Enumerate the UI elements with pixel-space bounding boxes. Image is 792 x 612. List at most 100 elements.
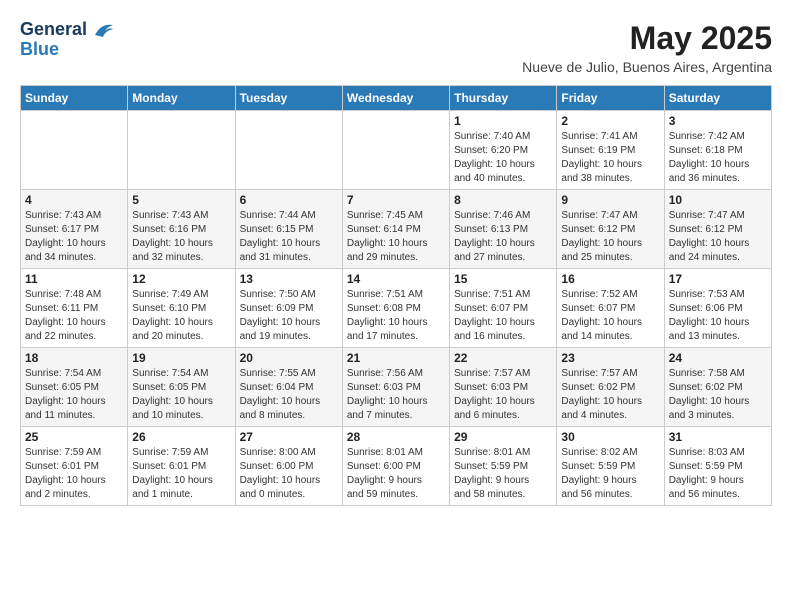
calendar-week-row: 1Sunrise: 7:40 AM Sunset: 6:20 PM Daylig… <box>21 111 772 190</box>
day-info: Sunrise: 7:51 AM Sunset: 6:08 PM Dayligh… <box>347 288 445 344</box>
calendar-cell: 9 Sunrise: 7:47 AM Sunset: 6:12 PM Daylig… <box>557 190 664 269</box>
calendar-cell: 27 Sunrise: 8:00 AM Sunset: 6:00 PM Dayli… <box>235 427 342 506</box>
calendar-cell: 6Sunrise: 7:44 AM Sunset: 6:15 PM Daylig… <box>235 190 342 269</box>
day-number: 4 <box>25 193 123 207</box>
weekday-header: Sunday <box>21 86 128 111</box>
calendar-cell: 26 Sunrise: 7:59 AM Sunset: 6:01 PM Dayli… <box>128 427 235 506</box>
day-number: 3 <box>669 114 767 128</box>
calendar-cell: 11 Sunrise: 7:48 AM Sunset: 6:11 PM Dayli… <box>21 269 128 348</box>
day-number: 27 <box>240 430 338 444</box>
weekday-header: Monday <box>128 86 235 111</box>
day-info: Sunrise: 7:52 AM Sunset: 6:07 PM Dayligh… <box>561 288 659 344</box>
day-info: Sunrise: 7:50 AM Sunset: 6:09 PM Dayligh… <box>240 288 338 344</box>
day-info: Sunrise: 7:56 AM Sunset: 6:03 PM Dayligh… <box>347 367 445 423</box>
weekday-header: Thursday <box>450 86 557 111</box>
day-number: 5 <box>132 193 230 207</box>
day-number: 9 <box>561 193 659 207</box>
day-info: Sunrise: 7:47 AM Sunset: 6:12 PM Dayligh… <box>669 209 767 265</box>
day-info: Sunrise: 7:47 AM Sunset: 6:12 PM Dayligh… <box>561 209 659 265</box>
day-number: 19 <box>132 351 230 365</box>
day-info: Sunrise: 7:44 AM Sunset: 6:15 PM Dayligh… <box>240 209 338 265</box>
calendar-cell <box>128 111 235 190</box>
calendar-week-row: 25 Sunrise: 7:59 AM Sunset: 6:01 PM Dayli… <box>21 427 772 506</box>
day-info: Sunrise: 7:57 AM Sunset: 6:02 PM Dayligh… <box>561 367 659 423</box>
calendar-cell: 15Sunrise: 7:51 AM Sunset: 6:07 PM Dayli… <box>450 269 557 348</box>
day-number: 8 <box>454 193 552 207</box>
calendar-cell: 1Sunrise: 7:40 AM Sunset: 6:20 PM Daylig… <box>450 111 557 190</box>
logo: General Blue <box>20 20 115 60</box>
calendar-cell: 25 Sunrise: 7:59 AM Sunset: 6:01 PM Dayli… <box>21 427 128 506</box>
day-info: Sunrise: 7:43 AM Sunset: 6:17 PM Dayligh… <box>25 209 123 265</box>
calendar-week-row: 18 Sunrise: 7:54 AM Sunset: 6:05 PM Dayli… <box>21 348 772 427</box>
day-number: 13 <box>240 272 338 286</box>
calendar-cell: 22 Sunrise: 7:57 AM Sunset: 6:03 PM Dayli… <box>450 348 557 427</box>
calendar-cell: 19Sunrise: 7:54 AM Sunset: 6:05 PM Dayli… <box>128 348 235 427</box>
day-info: Sunrise: 7:59 AM Sunset: 6:01 PM Dayligh… <box>132 446 230 502</box>
calendar-cell: 4 Sunrise: 7:43 AM Sunset: 6:17 PM Daylig… <box>21 190 128 269</box>
calendar-cell: 23Sunrise: 7:57 AM Sunset: 6:02 PM Dayli… <box>557 348 664 427</box>
day-info: Sunrise: 7:45 AM Sunset: 6:14 PM Dayligh… <box>347 209 445 265</box>
day-number: 25 <box>25 430 123 444</box>
calendar-cell: 8 Sunrise: 7:46 AM Sunset: 6:13 PM Daylig… <box>450 190 557 269</box>
calendar-cell: 10Sunrise: 7:47 AM Sunset: 6:12 PM Dayli… <box>664 190 771 269</box>
calendar-cell: 5Sunrise: 7:43 AM Sunset: 6:16 PM Daylig… <box>128 190 235 269</box>
calendar-cell: 31 Sunrise: 8:03 AM Sunset: 5:59 PM Dayli… <box>664 427 771 506</box>
calendar-cell: 17Sunrise: 7:53 AM Sunset: 6:06 PM Dayli… <box>664 269 771 348</box>
day-number: 26 <box>132 430 230 444</box>
day-info: Sunrise: 7:41 AM Sunset: 6:19 PM Dayligh… <box>561 130 659 186</box>
day-info: Sunrise: 7:46 AM Sunset: 6:13 PM Dayligh… <box>454 209 552 265</box>
logo-bird-icon <box>93 21 115 39</box>
day-info: Sunrise: 7:48 AM Sunset: 6:11 PM Dayligh… <box>25 288 123 344</box>
calendar-cell: 14Sunrise: 7:51 AM Sunset: 6:08 PM Dayli… <box>342 269 449 348</box>
day-number: 22 <box>454 351 552 365</box>
day-number: 20 <box>240 351 338 365</box>
calendar-cell: 28Sunrise: 8:01 AM Sunset: 6:00 PM Dayli… <box>342 427 449 506</box>
calendar-cell: 30Sunrise: 8:02 AM Sunset: 5:59 PM Dayli… <box>557 427 664 506</box>
calendar-week-row: 11 Sunrise: 7:48 AM Sunset: 6:11 PM Dayli… <box>21 269 772 348</box>
day-info: Sunrise: 7:42 AM Sunset: 6:18 PM Dayligh… <box>669 130 767 186</box>
calendar-cell: 7 Sunrise: 7:45 AM Sunset: 6:14 PM Daylig… <box>342 190 449 269</box>
page-header: General Blue May 2025 Nueve de Julio, Bu… <box>20 20 772 75</box>
day-number: 31 <box>669 430 767 444</box>
calendar-cell <box>342 111 449 190</box>
calendar-cell: 20Sunrise: 7:55 AM Sunset: 6:04 PM Dayli… <box>235 348 342 427</box>
day-number: 28 <box>347 430 445 444</box>
location: Nueve de Julio, Buenos Aires, Argentina <box>522 59 772 75</box>
day-number: 16 <box>561 272 659 286</box>
day-number: 21 <box>347 351 445 365</box>
day-number: 12 <box>132 272 230 286</box>
day-info: Sunrise: 7:58 AM Sunset: 6:02 PM Dayligh… <box>669 367 767 423</box>
calendar-week-row: 4 Sunrise: 7:43 AM Sunset: 6:17 PM Daylig… <box>21 190 772 269</box>
weekday-header: Tuesday <box>235 86 342 111</box>
day-number: 18 <box>25 351 123 365</box>
day-info: Sunrise: 8:00 AM Sunset: 6:00 PM Dayligh… <box>240 446 338 502</box>
day-info: Sunrise: 8:03 AM Sunset: 5:59 PM Dayligh… <box>669 446 767 502</box>
calendar-cell: 16 Sunrise: 7:52 AM Sunset: 6:07 PM Dayli… <box>557 269 664 348</box>
day-info: Sunrise: 7:54 AM Sunset: 6:05 PM Dayligh… <box>25 367 123 423</box>
weekday-header-row: SundayMondayTuesdayWednesdayThursdayFrid… <box>21 86 772 111</box>
title-section: May 2025 Nueve de Julio, Buenos Aires, A… <box>522 20 772 75</box>
month-title: May 2025 <box>522 20 772 57</box>
day-info: Sunrise: 7:59 AM Sunset: 6:01 PM Dayligh… <box>25 446 123 502</box>
calendar-cell: 13 Sunrise: 7:50 AM Sunset: 6:09 PM Dayli… <box>235 269 342 348</box>
weekday-header: Friday <box>557 86 664 111</box>
day-number: 7 <box>347 193 445 207</box>
weekday-header: Wednesday <box>342 86 449 111</box>
day-number: 11 <box>25 272 123 286</box>
calendar-cell: 24 Sunrise: 7:58 AM Sunset: 6:02 PM Dayli… <box>664 348 771 427</box>
day-info: Sunrise: 7:40 AM Sunset: 6:20 PM Dayligh… <box>454 130 552 186</box>
day-info: Sunrise: 7:57 AM Sunset: 6:03 PM Dayligh… <box>454 367 552 423</box>
weekday-header: Saturday <box>664 86 771 111</box>
calendar: SundayMondayTuesdayWednesdayThursdayFrid… <box>20 85 772 506</box>
day-info: Sunrise: 7:51 AM Sunset: 6:07 PM Dayligh… <box>454 288 552 344</box>
calendar-cell: 18 Sunrise: 7:54 AM Sunset: 6:05 PM Dayli… <box>21 348 128 427</box>
calendar-cell <box>21 111 128 190</box>
day-number: 24 <box>669 351 767 365</box>
day-info: Sunrise: 7:49 AM Sunset: 6:10 PM Dayligh… <box>132 288 230 344</box>
day-info: Sunrise: 7:53 AM Sunset: 6:06 PM Dayligh… <box>669 288 767 344</box>
calendar-cell: 3 Sunrise: 7:42 AM Sunset: 6:18 PM Daylig… <box>664 111 771 190</box>
logo-general: General <box>20 20 115 40</box>
calendar-cell: 2Sunrise: 7:41 AM Sunset: 6:19 PM Daylig… <box>557 111 664 190</box>
day-number: 30 <box>561 430 659 444</box>
calendar-cell: 12 Sunrise: 7:49 AM Sunset: 6:10 PM Dayli… <box>128 269 235 348</box>
